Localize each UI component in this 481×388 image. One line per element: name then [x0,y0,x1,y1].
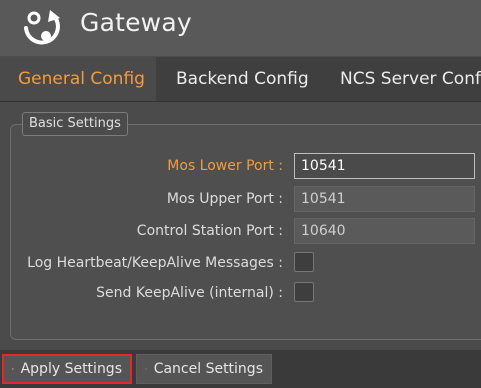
cancel-settings-button[interactable]: Cancel Settings [136,354,272,384]
log-heartbeat-checkbox[interactable] [294,252,314,272]
app-header: Gateway [0,0,481,57]
log-heartbeat-label: Log Heartbeat/KeepAlive Messages : [27,255,283,271]
apply-settings-button[interactable]: Apply Settings [2,354,132,384]
close-icon [145,368,147,370]
mos-lower-port-label: Mos Lower Port : [167,158,283,174]
mos-lower-port-input[interactable] [294,153,475,179]
basic-settings-title: Basic Settings [22,112,128,136]
tab-bar: General Config Backend Config NCS Server… [0,57,481,102]
apply-settings-label: Apply Settings [20,361,122,377]
send-keepalive-checkbox[interactable] [294,282,314,302]
app-title: Gateway [80,8,192,37]
gateway-logo-icon [24,10,60,45]
tab-general-config[interactable]: General Config [0,57,156,101]
control-station-port-label: Control Station Port : [136,223,283,239]
control-station-port-input[interactable] [294,218,475,244]
general-config-panel: Basic Settings Mos Lower Port : Mos Uppe… [0,102,481,350]
tab-ncs-server-config[interactable]: NCS Server Config [326,57,481,101]
tab-backend-config[interactable]: Backend Config [162,57,323,101]
cancel-settings-label: Cancel Settings [153,361,263,377]
send-keepalive-label: Send KeepAlive (internal) : [96,285,283,301]
save-icon [12,368,14,370]
mos-upper-port-label: Mos Upper Port : [166,191,283,207]
mos-upper-port-input[interactable] [294,186,475,212]
footer-toolbar: Apply Settings Cancel Settings [0,350,481,388]
